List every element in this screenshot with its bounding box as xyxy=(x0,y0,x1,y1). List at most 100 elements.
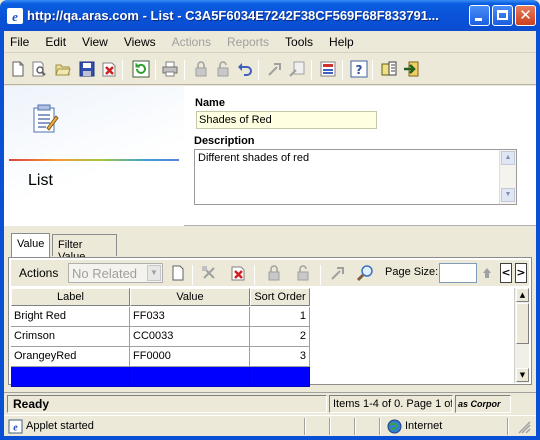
cell-value[interactable] xyxy=(130,367,250,387)
window-frame-right xyxy=(536,31,540,440)
status-text: Ready xyxy=(7,395,327,413)
report-icon[interactable] xyxy=(320,61,336,77)
toolbar-separator xyxy=(122,60,123,80)
resize-grip-icon[interactable] xyxy=(518,421,531,434)
status-separator xyxy=(329,418,331,435)
toolbar-separator xyxy=(184,60,185,80)
description-scrollbar[interactable]: ▲ ▼ xyxy=(499,150,516,204)
scroll-down-icon[interactable]: ▼ xyxy=(501,188,515,202)
status-separator xyxy=(507,418,509,435)
item-type-panel: List xyxy=(4,86,184,226)
delete-icon[interactable] xyxy=(101,61,117,77)
lock-icon[interactable] xyxy=(193,61,209,77)
pick-related-icon[interactable] xyxy=(201,265,217,281)
cell-sort-order[interactable]: 2 xyxy=(250,327,310,347)
chevron-down-icon[interactable]: ▼ xyxy=(147,265,161,281)
svg-text:e: e xyxy=(13,423,18,434)
items-count: Items 1-4 of 0. Page 1 of xyxy=(329,395,453,413)
name-field[interactable]: Shades of Red xyxy=(196,111,377,129)
tab-filter-value[interactable]: Filter Value xyxy=(52,234,117,263)
print-icon[interactable] xyxy=(162,61,178,77)
scroll-thumb[interactable] xyxy=(516,303,529,344)
toolbar-separator xyxy=(155,60,156,80)
cell-label[interactable]: Bright Red xyxy=(11,307,130,327)
open-icon[interactable] xyxy=(55,61,71,77)
scroll-up-icon[interactable]: ▲ xyxy=(501,151,515,165)
save-icon[interactable] xyxy=(79,61,95,77)
menu-tools[interactable]: Tools xyxy=(285,35,313,49)
menu-edit[interactable]: Edit xyxy=(45,35,66,49)
column-header-value[interactable]: Value xyxy=(130,288,250,306)
cell-sort-order[interactable]: 1 xyxy=(250,307,310,327)
table-row[interactable]: OrangeyRed FF0000 3 xyxy=(11,347,310,367)
menu-views[interactable]: Views xyxy=(124,35,156,49)
status-separator xyxy=(304,418,306,435)
relationship-grid: Label Value Sort Order Bright Red FF033 … xyxy=(11,288,529,387)
toolbar-separator xyxy=(258,60,259,80)
table-row-selected[interactable] xyxy=(11,367,310,387)
cell-label[interactable]: Crimson xyxy=(11,327,130,347)
cell-value[interactable]: FF033 xyxy=(130,307,250,327)
relationship-toolbar: Actions No Related ▼ Page Size: < > xyxy=(11,260,529,286)
cell-sort-order[interactable]: 3 xyxy=(250,347,310,367)
window-titlebar[interactable]: e http://qa.aras.com - List - C3A5F6034E… xyxy=(0,0,540,31)
cell-label[interactable] xyxy=(11,367,130,387)
cell-value[interactable]: FF0000 xyxy=(130,347,250,367)
menu-reports[interactable]: Reports xyxy=(227,35,269,49)
refresh-icon[interactable] xyxy=(132,60,150,78)
close-icon: ✕ xyxy=(519,6,532,24)
item-form: List Name Shades of Red Description Diff… xyxy=(4,86,536,226)
view-workflow-icon[interactable] xyxy=(289,61,305,77)
related-select[interactable]: No Related ▼ xyxy=(68,263,163,283)
delete-relationship-icon[interactable] xyxy=(230,265,246,281)
minimize-button[interactable] xyxy=(469,5,490,26)
help-icon[interactable]: ? xyxy=(350,60,368,78)
maximize-button[interactable] xyxy=(492,5,513,26)
grid-scrollbar[interactable]: ▲ ▼ xyxy=(514,288,529,383)
copyright-text: as Corpor xyxy=(455,395,511,413)
list-icon xyxy=(33,104,59,133)
print-preview-icon[interactable] xyxy=(31,61,47,77)
description-label: Description xyxy=(194,135,255,147)
new-icon[interactable] xyxy=(10,61,26,77)
menu-file[interactable]: File xyxy=(10,35,29,49)
toolbar-separator xyxy=(192,265,193,285)
scroll-down-icon[interactable]: ▼ xyxy=(516,368,529,382)
description-field[interactable]: Different shades of red ▲ ▼ xyxy=(194,149,517,205)
menu-actions[interactable]: Actions xyxy=(172,35,211,49)
page-size-apply-icon[interactable] xyxy=(481,266,493,280)
unlock-icon[interactable] xyxy=(215,61,231,77)
description-text: Different shades of red xyxy=(198,152,310,164)
next-page-button[interactable]: > xyxy=(515,263,527,283)
promote-icon[interactable] xyxy=(267,61,283,77)
exit-icon[interactable] xyxy=(403,61,419,77)
toolbar-separator xyxy=(342,60,343,80)
table-row[interactable]: Bright Red FF033 1 xyxy=(11,307,310,327)
name-label: Name xyxy=(195,97,225,109)
unlock-relationship-icon[interactable] xyxy=(295,265,311,281)
cell-value[interactable]: CC0033 xyxy=(130,327,250,347)
table-row[interactable]: Crimson CC0033 2 xyxy=(11,327,310,347)
scroll-up-icon[interactable]: ▲ xyxy=(516,288,529,302)
search-icon[interactable] xyxy=(357,264,375,282)
previous-page-button[interactable]: < xyxy=(500,263,512,283)
tab-value[interactable]: Value xyxy=(11,233,50,257)
main-toolbar: ? xyxy=(4,55,536,85)
window-title: http://qa.aras.com - List - C3A5F6034E72… xyxy=(27,8,439,23)
page-icon: e xyxy=(8,419,23,434)
menu-view[interactable]: View xyxy=(82,35,108,49)
cell-sort-order[interactable] xyxy=(250,367,310,387)
window-frame-bottom xyxy=(0,436,540,440)
new-relationship-icon[interactable] xyxy=(170,265,186,281)
properties-icon[interactable] xyxy=(381,61,397,77)
menu-help[interactable]: Help xyxy=(329,35,354,49)
cell-label[interactable]: OrangeyRed xyxy=(11,347,130,367)
lock-relationship-icon[interactable] xyxy=(266,265,282,281)
undo-icon[interactable] xyxy=(237,61,253,77)
column-header-sort-order[interactable]: Sort Order xyxy=(250,288,310,306)
svg-text:e: e xyxy=(12,9,18,24)
column-header-label[interactable]: Label xyxy=(11,288,130,306)
promote-relationship-icon[interactable] xyxy=(330,265,346,281)
page-size-input[interactable] xyxy=(439,263,477,283)
close-button[interactable]: ✕ xyxy=(515,5,536,26)
